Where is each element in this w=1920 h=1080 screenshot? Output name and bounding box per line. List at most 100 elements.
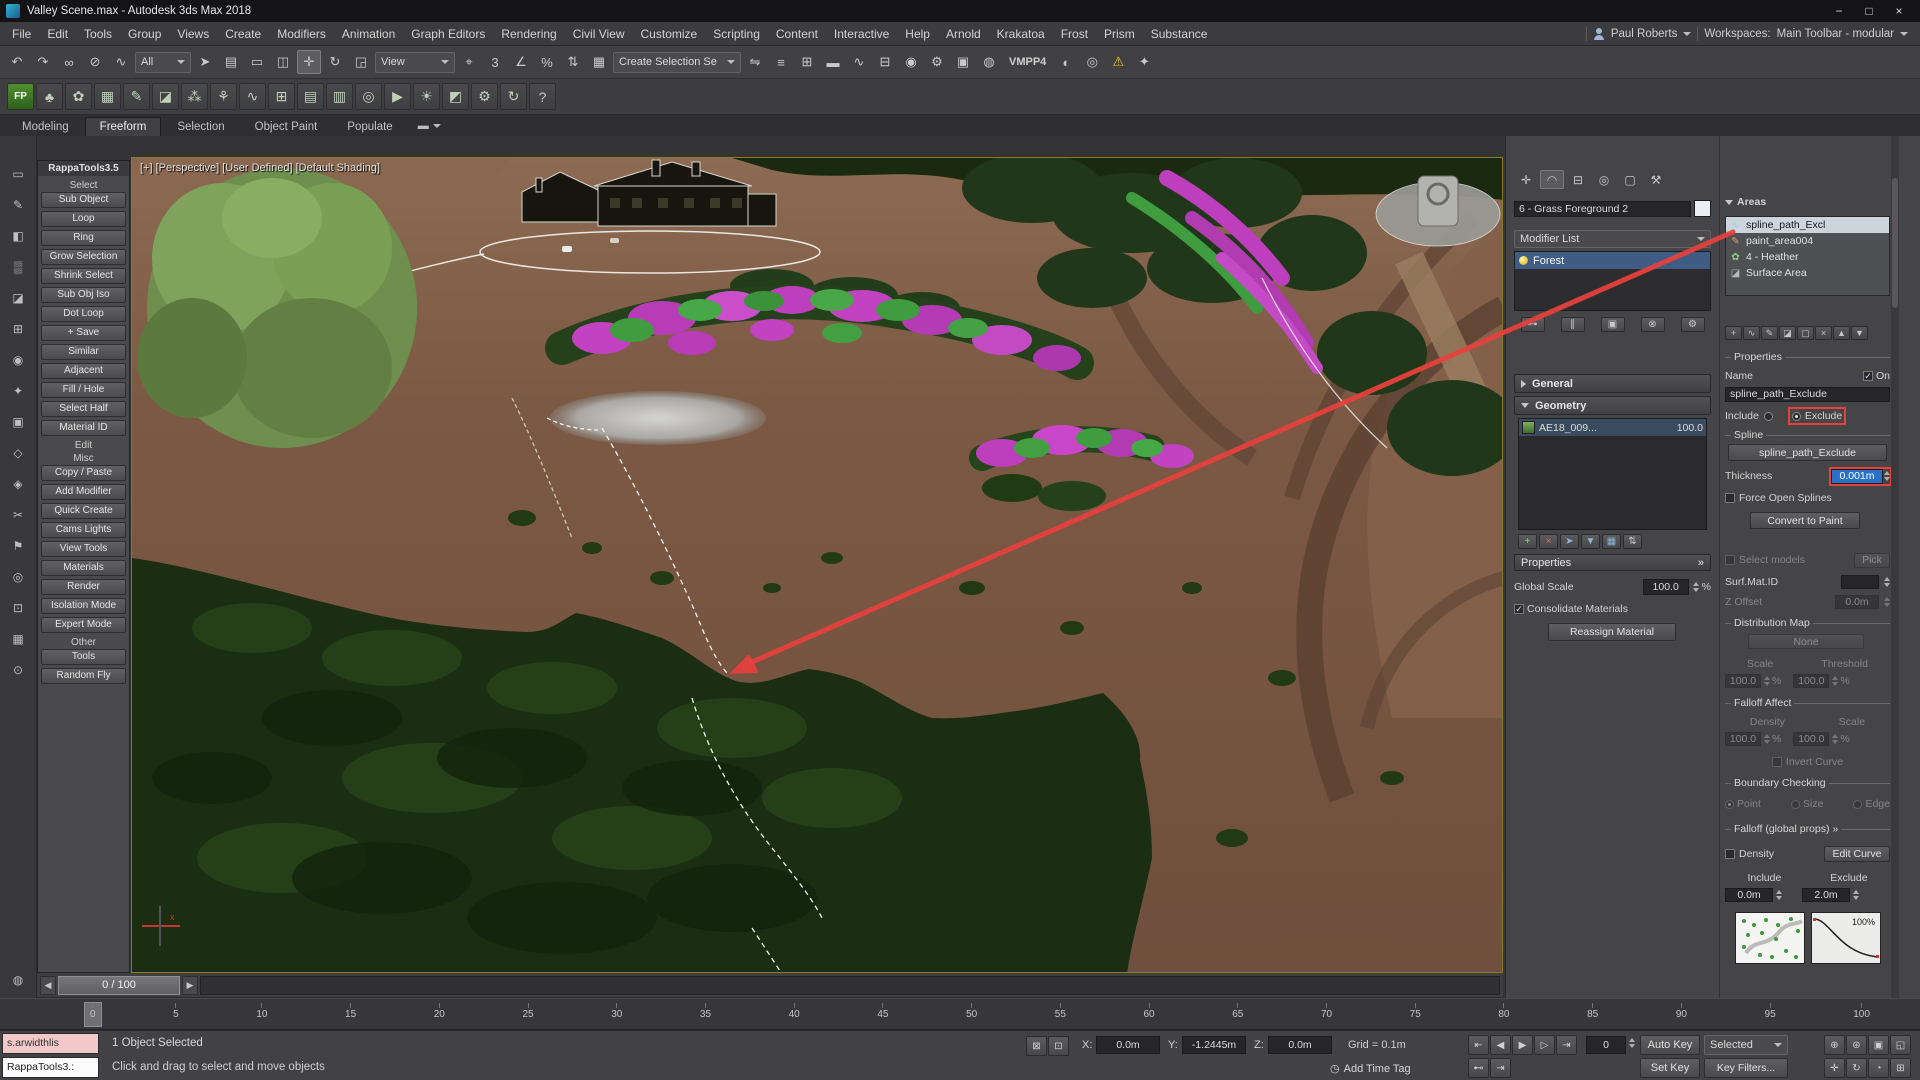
zoom-all-icon[interactable]: ⊛: [1846, 1035, 1867, 1055]
rappatools-item[interactable]: Copy / Paste: [41, 465, 126, 481]
spinner[interactable]: [1884, 577, 1890, 587]
grid-array-icon[interactable]: ⊞: [268, 83, 295, 110]
delete-area-icon[interactable]: ×: [1815, 326, 1832, 340]
spline-area-icon[interactable]: ∿: [239, 83, 266, 110]
remove-modifier-icon[interactable]: ⊗: [1641, 317, 1665, 332]
forest-edit-icon[interactable]: ✎: [123, 83, 150, 110]
selection-lock-icon[interactable]: ⊠: [1026, 1036, 1047, 1056]
import-item-icon[interactable]: ▼: [1581, 534, 1600, 549]
menu-item[interactable]: Frost: [1053, 22, 1096, 45]
rappatools-item[interactable]: Render: [41, 579, 126, 595]
rappatools-item[interactable]: Cams Lights: [41, 522, 126, 538]
create-tab-icon[interactable]: ✛: [1514, 170, 1538, 189]
menu-item[interactable]: Create: [217, 22, 269, 45]
spinner[interactable]: [1764, 676, 1770, 686]
spline-pick-button[interactable]: spline_path_Exclude: [1728, 444, 1887, 461]
motion-tab-icon[interactable]: ◎: [1592, 170, 1616, 189]
material-icon[interactable]: ◩: [442, 83, 469, 110]
forest-flower-icon[interactable]: ✿: [65, 83, 92, 110]
distribution-map-button[interactable]: None: [1748, 634, 1864, 649]
render-production-icon[interactable]: ◍: [977, 50, 1001, 74]
time-slider-track[interactable]: [200, 976, 1500, 995]
select-and-scale-icon[interactable]: ◲: [349, 50, 373, 74]
select-object-icon[interactable]: ➤: [193, 50, 217, 74]
minimize-button[interactable]: −: [1824, 0, 1854, 22]
angle-snap-icon[interactable]: ∠: [509, 50, 533, 74]
hierarchy-tab-icon[interactable]: ⊟: [1566, 170, 1590, 189]
ribbon-overflow-button[interactable]: ▬: [408, 120, 451, 136]
pattern-tool-icon[interactable]: ▒: [7, 257, 29, 277]
edit-named-selections-icon[interactable]: ▦: [587, 50, 611, 74]
thickness-control[interactable]: 0.001m: [1831, 469, 1890, 484]
convert-to-paint-button[interactable]: Convert to Paint: [1750, 512, 1860, 529]
viewport-3d[interactable]: [+] [Perspective] [User Defined] [Defaul…: [131, 157, 1503, 973]
named-selection-dropdown[interactable]: Create Selection Se: [613, 52, 741, 73]
signed-in-user[interactable]: Paul Roberts: [1611, 28, 1677, 40]
sparkle-icon[interactable]: ✦: [1132, 50, 1156, 74]
redo-icon[interactable]: ↷: [31, 50, 55, 74]
chevrons-icon[interactable]: »: [1833, 823, 1839, 835]
modifier-stack-item[interactable]: Forest: [1515, 252, 1710, 269]
spinner[interactable]: [1693, 582, 1699, 592]
previous-frame-icon[interactable]: ◀: [1490, 1035, 1511, 1055]
grid-tool-icon[interactable]: ⊞: [7, 319, 29, 339]
bind-to-spacewarp-icon[interactable]: ∿: [109, 50, 133, 74]
target-tool-icon[interactable]: ◉: [7, 350, 29, 370]
falloff-density-field[interactable]: 100.0: [1725, 732, 1761, 746]
layer-manager-icon[interactable]: ⊞: [795, 50, 819, 74]
play-icon[interactable]: ▶: [1512, 1035, 1533, 1055]
rappatools-item[interactable]: Material ID: [41, 420, 126, 436]
menu-item[interactable]: Substance: [1143, 22, 1216, 45]
configure-modifier-sets-icon[interactable]: ⚙: [1681, 317, 1705, 332]
rappatools-item[interactable]: Isolation Mode: [41, 598, 126, 614]
set-key-button[interactable]: Set Key: [1640, 1058, 1700, 1078]
add-time-tag[interactable]: ◷ Add Time Tag: [1330, 1062, 1411, 1075]
select-and-rotate-icon[interactable]: ↻: [323, 50, 347, 74]
modifier-enabled-icon[interactable]: [1519, 256, 1528, 265]
pick-in-scene-icon[interactable]: ➤: [1560, 534, 1579, 549]
rappatools-item[interactable]: Sub Obj Iso: [41, 287, 126, 303]
utilities-tab-icon[interactable]: ⚒: [1644, 170, 1668, 189]
rappatools-item[interactable]: Similar: [41, 344, 126, 360]
next-frame-icon[interactable]: ▷: [1534, 1035, 1555, 1055]
spinner-snap-icon[interactable]: ⇅: [561, 50, 585, 74]
undo-icon[interactable]: ↶: [5, 50, 29, 74]
isolate-selection-icon[interactable]: ◎: [1080, 50, 1104, 74]
spinner[interactable]: [1853, 890, 1859, 900]
play-anim-icon[interactable]: ▶: [384, 83, 411, 110]
modify-tab-icon[interactable]: ◠: [1540, 170, 1564, 189]
delete-item-icon[interactable]: ×: [1539, 534, 1558, 549]
select-and-move-icon[interactable]: ✛: [297, 50, 321, 74]
script-listener-field[interactable]: RappaTools3.:: [2, 1057, 99, 1078]
exclude-option[interactable]: Exclude: [1790, 409, 1844, 423]
library-icon[interactable]: ▦: [1602, 534, 1621, 549]
spinner[interactable]: [1764, 734, 1770, 744]
spinner[interactable]: [1629, 1038, 1635, 1048]
curve-editor-icon[interactable]: ∿: [847, 50, 871, 74]
ribbon-toggle-icon[interactable]: ▬: [821, 50, 845, 74]
rendered-frame-icon[interactable]: ▣: [951, 50, 975, 74]
menu-item[interactable]: Content: [768, 22, 826, 45]
forestpack-icon[interactable]: FP: [7, 83, 34, 110]
gem-tool-icon[interactable]: ◈: [7, 474, 29, 494]
next-key-icon[interactable]: ⇥: [1490, 1058, 1511, 1078]
geometry-item-list[interactable]: AE18_009... 100.0: [1518, 418, 1707, 530]
ribbon-tab[interactable]: Populate: [333, 118, 406, 136]
orbit-tool-icon[interactable]: ◎: [7, 567, 29, 587]
dist-scale-field[interactable]: 100.0: [1725, 674, 1761, 688]
menu-item[interactable]: Edit: [39, 22, 76, 45]
areas-scrollbar[interactable]: [1891, 136, 1899, 998]
rectangular-region-icon[interactable]: ▭: [245, 50, 269, 74]
update-icon[interactable]: ↻: [500, 83, 527, 110]
area-list-item[interactable]: ✿ 4 - Heather: [1726, 249, 1889, 265]
mini-listener-icon[interactable]: ◍: [7, 970, 29, 990]
rappatools-item[interactable]: Dot Loop: [41, 306, 126, 322]
rappatools-item[interactable]: Loop: [41, 211, 126, 227]
rappatools-item[interactable]: View Tools: [41, 541, 126, 557]
fill-tool-icon[interactable]: ◧: [7, 226, 29, 246]
schematic-view-icon[interactable]: ⊟: [873, 50, 897, 74]
edge-radio-option[interactable]: Edge: [1853, 798, 1890, 810]
forest-library-icon[interactable]: ▦: [94, 83, 121, 110]
pin-tool-icon[interactable]: ⊡: [7, 598, 29, 618]
zoom-extents-icon[interactable]: ▣: [1868, 1035, 1889, 1055]
